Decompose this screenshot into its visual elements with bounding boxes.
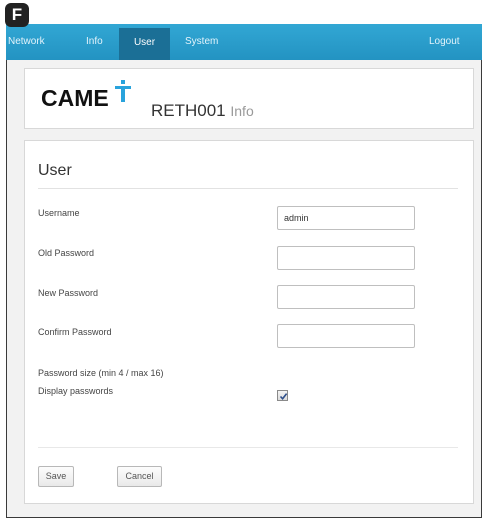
form-title: User — [38, 162, 72, 179]
nav-user[interactable]: User — [119, 28, 170, 60]
username-label: Username — [38, 208, 80, 218]
top-navbar: Network Info User System Logout — [6, 24, 482, 60]
logout-link[interactable]: Logout — [429, 24, 460, 60]
header-panel: CAME RETH001 Info — [24, 68, 474, 129]
checkmark-icon — [279, 393, 288, 401]
confirm-password-field[interactable] — [277, 324, 415, 348]
came-logo-icon — [115, 80, 131, 102]
device-model: RETH001 — [151, 101, 226, 120]
new-password-label: New Password — [38, 288, 99, 298]
display-passwords-checkbox[interactable] — [277, 390, 288, 401]
step-marker-badge: F — [5, 3, 29, 27]
device-suffix: Info — [230, 103, 254, 119]
nav-system[interactable]: System — [185, 24, 218, 60]
old-password-field[interactable] — [277, 246, 415, 270]
confirm-password-label: Confirm Password — [38, 327, 112, 337]
username-field[interactable] — [277, 206, 415, 230]
nav-network[interactable]: Network — [8, 24, 45, 60]
save-button[interactable]: Save — [38, 466, 74, 487]
user-form-panel: User Username Old Password New Password … — [24, 140, 474, 504]
old-password-label: Old Password — [38, 248, 95, 258]
nav-info[interactable]: Info — [86, 24, 103, 60]
display-passwords-label: Display passwords — [38, 386, 114, 396]
device-title: RETH001 Info — [151, 101, 254, 121]
password-hint: Password size (min 4 / max 16) — [38, 368, 164, 378]
title-divider — [38, 188, 458, 189]
brand-logo: CAME — [41, 85, 109, 111]
cancel-button[interactable]: Cancel — [117, 466, 162, 487]
new-password-field[interactable] — [277, 285, 415, 309]
footer-divider — [38, 447, 458, 448]
